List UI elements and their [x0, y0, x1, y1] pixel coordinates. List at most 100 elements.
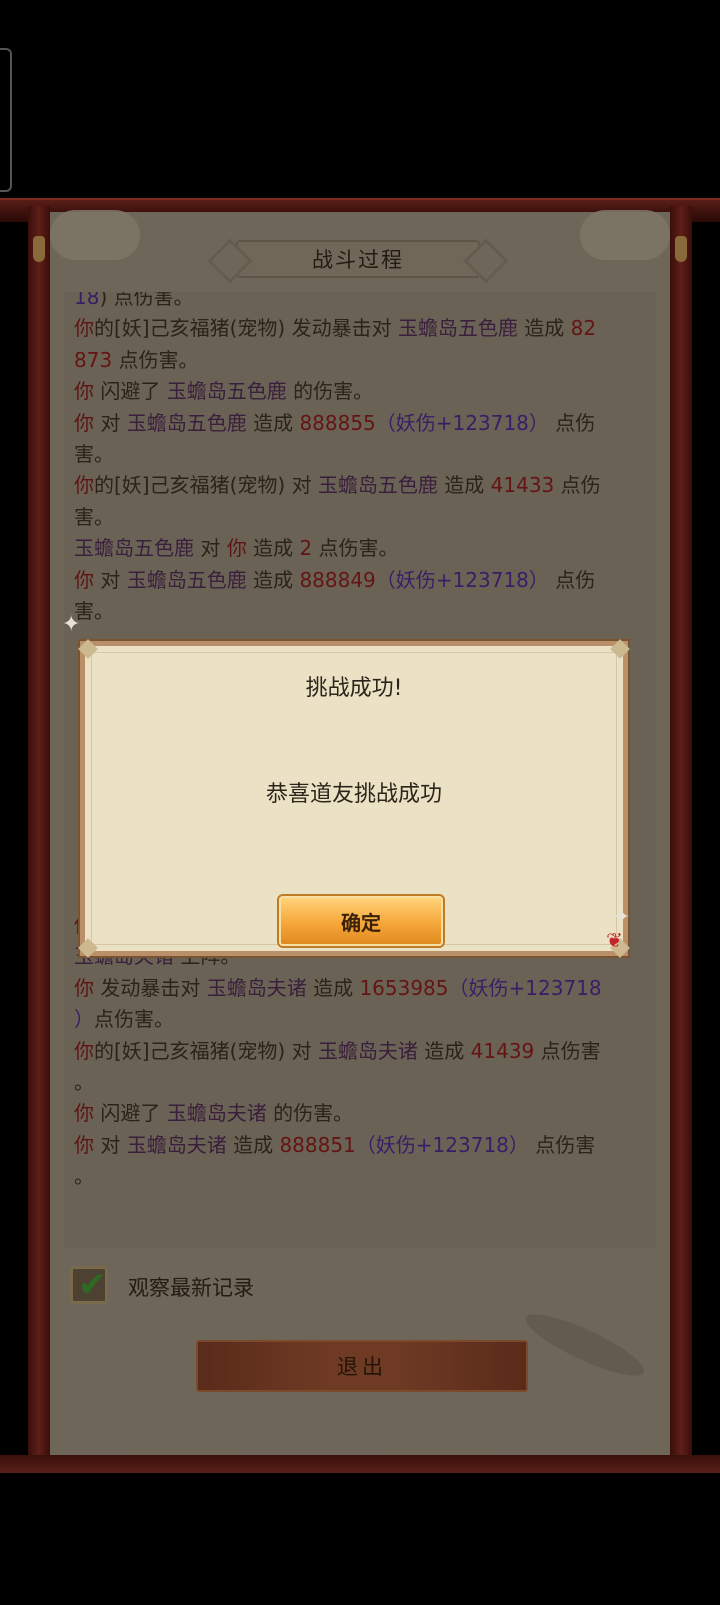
- log-text: 造成: [226, 1132, 280, 1157]
- log-line: 你 闪避了 玉蟾岛五色鹿 的伤害。: [74, 376, 646, 407]
- log-text: 点伤害。: [312, 536, 399, 561]
- bell-icon: [675, 236, 687, 262]
- log-num-text: 82: [570, 316, 597, 341]
- dialog-message: 恭喜道友挑战成功: [265, 782, 442, 807]
- log-text: 的[妖]己亥福猪(宠物) 发动暴击对: [94, 316, 398, 341]
- log-line: 你 闪避了 玉蟾岛夫诸 的伤害。: [74, 1098, 646, 1129]
- log-line: 你的[妖]己亥福猪(宠物) 发动暴击对 玉蟾岛五色鹿 造成 82: [74, 313, 646, 344]
- scroll-left-pillar: [28, 206, 50, 1458]
- bell-icon: [33, 236, 45, 262]
- log-you-text: 你: [74, 1132, 94, 1157]
- log-text: 造成: [246, 536, 300, 561]
- scroll-bottom-rod: [0, 1455, 720, 1473]
- log-text: 点伤: [548, 410, 596, 435]
- log-text: 造成: [246, 410, 300, 435]
- sparkle-icon: ✦: [612, 905, 631, 930]
- red-petal-icon: ❦: [606, 928, 623, 952]
- log-text: 的伤害。: [266, 1101, 354, 1126]
- log-text: 点伤害: [534, 1038, 601, 1063]
- log-you-text: 你: [74, 316, 94, 341]
- log-text: 的伤害。: [286, 379, 374, 404]
- log-text: 对: [94, 410, 127, 435]
- sparkle-icon: ✦: [62, 612, 81, 637]
- log-text: 点伤: [548, 567, 596, 592]
- log-line: 你的[妖]己亥福猪(宠物) 对 玉蟾岛夫诸 造成 41439 点伤害: [74, 1036, 646, 1067]
- panel-title: 战斗过程: [312, 248, 404, 272]
- log-mob-text: 玉蟾岛五色鹿: [317, 473, 438, 498]
- log-num-text: 873: [74, 347, 113, 372]
- log-text: 。: [74, 1070, 94, 1094]
- log-text: 害。: [74, 442, 114, 466]
- log-line: 你 对 玉蟾岛五色鹿 造成 888855（妖伤+123718） 点伤: [74, 408, 646, 439]
- watch-latest-checkbox[interactable]: ✔: [70, 1265, 108, 1305]
- log-mob-text: 玉蟾岛五色鹿: [74, 536, 194, 561]
- log-num-text: 2: [299, 536, 313, 561]
- exit-button[interactable]: 退出: [196, 1340, 528, 1392]
- log-mob-text: 玉蟾岛夫诸: [206, 975, 307, 1000]
- log-mob-text: 玉蟾岛五色鹿: [397, 316, 518, 341]
- log-text: 的[妖]己亥福猪(宠物) 对: [94, 1038, 318, 1063]
- log-you-text: 你: [74, 975, 94, 1000]
- log-mob-text: 玉蟾岛夫诸: [317, 1038, 418, 1063]
- log-mob-text: 玉蟾岛五色鹿: [126, 410, 247, 435]
- log-line: 18) 点伤害。: [74, 292, 646, 313]
- log-text: 。: [74, 1164, 94, 1189]
- log-text: 对: [194, 536, 227, 561]
- log-yao-text: （妖伤+123718）: [375, 567, 549, 592]
- log-mob-text: 玉蟾岛夫诸: [166, 1101, 267, 1126]
- log-mob-text: 玉蟾岛五色鹿: [166, 379, 287, 404]
- log-line: 873 点伤害。: [74, 345, 646, 376]
- log-num-text: 888851: [279, 1132, 356, 1157]
- log-line: 害。: [74, 439, 646, 470]
- log-num-text: 888855: [299, 410, 376, 435]
- success-dialog: 挑战成功! 恭喜道友挑战成功 确定: [78, 639, 630, 958]
- log-mob-text: 玉蟾岛五色鹿: [126, 567, 247, 592]
- log-line: 害。: [74, 502, 646, 533]
- log-text: 造成: [246, 567, 300, 592]
- log-yao-text: （妖伤+123718）: [355, 1132, 529, 1157]
- log-text: ) 点伤害。: [99, 292, 194, 309]
- log-you-text: 你: [74, 473, 94, 498]
- log-num-text: 41433: [490, 473, 555, 498]
- log-text: 对: [94, 1132, 127, 1157]
- side-tab[interactable]: [0, 48, 12, 192]
- log-yao-text: （妖伤+123718: [448, 975, 602, 1000]
- log-you-text: 你: [74, 1038, 94, 1063]
- confirm-button[interactable]: 确定: [279, 896, 443, 946]
- log-you-text: 你: [74, 379, 94, 404]
- log-text: 的[妖]己亥福猪(宠物) 对: [94, 473, 318, 498]
- watch-latest-label: 观察最新记录: [128, 1276, 254, 1300]
- cloud-ornament-right: [580, 210, 670, 260]
- log-you-text: 你: [74, 410, 94, 435]
- log-line: 你 对 玉蟾岛五色鹿 造成 888849（妖伤+123718） 点伤: [74, 565, 646, 596]
- log-text: 对: [94, 567, 127, 592]
- log-text: 闪避了: [94, 1101, 167, 1126]
- log-num-text: 1653985: [359, 975, 449, 1000]
- log-line: 你 发动暴击对 玉蟾岛夫诸 造成 1653985（妖伤+123718: [74, 973, 646, 1004]
- log-text: 害。: [74, 504, 114, 529]
- log-you-text: 你: [74, 1101, 94, 1126]
- cloud-ornament-left: [50, 210, 140, 260]
- log-you-text: 你: [74, 567, 94, 592]
- dialog-title: 挑战成功!: [305, 676, 403, 701]
- log-line: 玉蟾岛五色鹿 对 你 造成 2 点伤害。: [74, 533, 646, 564]
- panel-title-banner: 战斗过程: [207, 236, 509, 284]
- log-text: 造成: [306, 975, 360, 1000]
- log-text: 闪避了: [94, 379, 167, 404]
- scroll-right-pillar: [670, 206, 692, 1458]
- log-yao-text: 18: [74, 292, 100, 309]
- log-line: 。: [74, 1161, 646, 1192]
- log-line: 害。: [74, 596, 646, 627]
- log-mob-text: 玉蟾岛夫诸: [126, 1132, 227, 1157]
- log-yao-text: （妖伤+123718）: [375, 410, 549, 435]
- log-text: 点伤害: [528, 1132, 596, 1157]
- log-text: 造成: [417, 1038, 471, 1063]
- check-icon: ✔: [78, 1265, 107, 1305]
- log-text: 点伤: [554, 473, 601, 498]
- log-text: 发动暴击对: [94, 975, 207, 1000]
- log-text: 点伤害。: [112, 347, 199, 372]
- log-line: 你的[妖]己亥福猪(宠物) 对 玉蟾岛五色鹿 造成 41433 点伤: [74, 470, 646, 501]
- log-text: 造成: [437, 473, 491, 498]
- log-num-text: 888849: [299, 567, 376, 592]
- log-num-text: 41439: [470, 1038, 535, 1063]
